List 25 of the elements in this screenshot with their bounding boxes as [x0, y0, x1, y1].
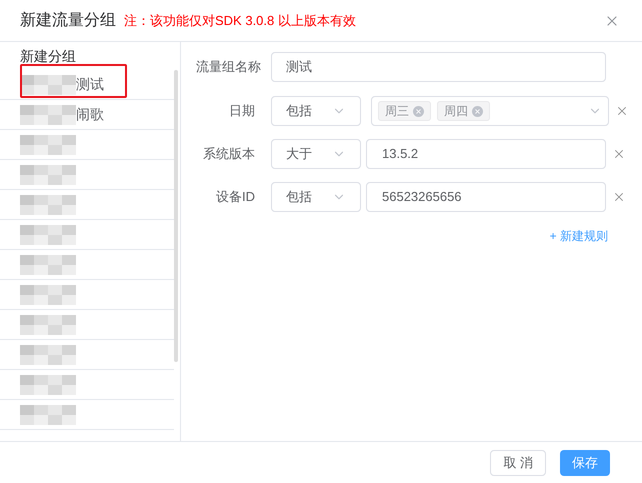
- tag: 周四: [437, 101, 490, 121]
- tag-remove-icon: [413, 106, 424, 116]
- cancel-button[interactable]: 取 消: [490, 450, 546, 476]
- field-label: 流量组名称: [195, 58, 262, 76]
- tag: 周三: [378, 101, 431, 121]
- sidebar-header: 新建分组: [19, 47, 77, 66]
- field-label: 系统版本: [202, 145, 256, 164]
- remove-rule-icon[interactable]: [615, 104, 629, 118]
- remove-rule-icon[interactable]: [612, 147, 626, 161]
- field-label: 日期: [228, 102, 256, 120]
- operator-select[interactable]: 包括: [271, 96, 361, 126]
- tag-remove-icon: [472, 106, 483, 116]
- group-name: 闹歌: [76, 105, 104, 124]
- operator-select[interactable]: 大于: [271, 139, 361, 169]
- value-field[interactable]: 13.5.2: [366, 139, 606, 169]
- value-field[interactable]: 56523265656: [366, 182, 606, 212]
- group-item[interactable]: 测试: [0, 70, 174, 100]
- group-item[interactable]: 闹歌: [0, 100, 174, 130]
- operator-select[interactable]: 包括: [271, 182, 361, 212]
- dialog-title: 新建流量分组: [20, 10, 116, 30]
- name-field[interactable]: 测试: [271, 52, 606, 82]
- field-label: 设备ID: [215, 188, 256, 206]
- group-name: 测试: [76, 75, 104, 94]
- note-text: 注：该功能仅对SDK 3.0.8 以上版本有效: [124, 12, 356, 30]
- remove-rule-icon[interactable]: [612, 190, 626, 204]
